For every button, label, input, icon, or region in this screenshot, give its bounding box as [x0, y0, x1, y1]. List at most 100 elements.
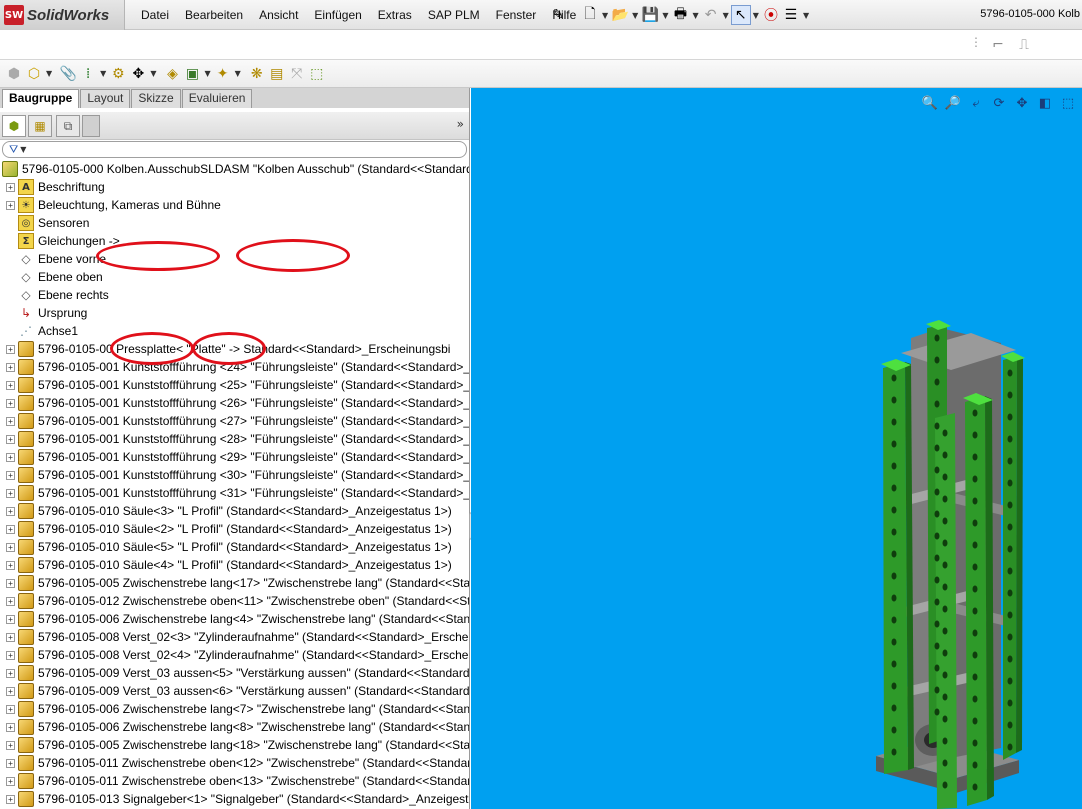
tree-row[interactable]: +5796-0105-011 Zwischenstrebe oben<12> "… — [0, 754, 469, 772]
expand-toggle-icon[interactable]: + — [6, 740, 15, 750]
explode-line-sketch-icon[interactable]: ⬚ — [307, 64, 327, 84]
open-folder-icon[interactable]: 📂 — [610, 5, 630, 25]
expand-toggle-icon[interactable]: + — [6, 776, 15, 786]
expand-toggle-icon[interactable]: + — [6, 704, 15, 714]
expand-toggle-icon[interactable]: + — [6, 560, 15, 570]
chevron-down-icon[interactable]: ▼ — [803, 11, 809, 20]
tree-row[interactable]: +5796-0105-012 Zwischenstrebe oben<11> "… — [0, 592, 469, 610]
expand-toggle-icon[interactable]: + — [6, 200, 15, 210]
tree-row[interactable]: +5796-0105-005 Zwischenstrebe lang<18> "… — [0, 736, 469, 754]
tree-row[interactable]: ⋰ Achse1 — [0, 322, 469, 340]
expand-toggle-icon[interactable]: + — [6, 506, 15, 516]
move-component-icon[interactable]: ✥ — [128, 64, 148, 84]
tab-evaluieren[interactable]: Evaluieren — [181, 89, 253, 108]
expand-toggle-icon[interactable]: + — [6, 650, 15, 660]
tree-row[interactable]: +5796-0105-011 Zwischenstrebe oben<13> "… — [0, 772, 469, 790]
chevron-down-icon[interactable]: ▼ — [602, 11, 608, 20]
tree-row[interactable]: ↳ Ursprung — [0, 304, 469, 322]
chevron-down-icon[interactable]: ▼ — [662, 11, 668, 20]
menu-extras[interactable]: Extras — [370, 8, 420, 22]
expand-toggle-icon[interactable]: + — [6, 722, 15, 732]
tree-row[interactable]: +5796-0105-001 Kunststoffführung <30> "F… — [0, 466, 469, 484]
property-manager-tab-icon[interactable]: ▦ — [28, 115, 52, 137]
tree-row[interactable]: +5796-0105-001 Kunststoffführung <27> "F… — [0, 412, 469, 430]
menu-fenster[interactable]: Fenster — [488, 8, 545, 22]
new-document-icon[interactable]: 🗋 — [580, 5, 600, 25]
tree-row[interactable]: Σ Gleichungen -> — [0, 232, 469, 250]
tree-row[interactable]: +5796-0105-010 Säule<2> "L Profil" (Stan… — [0, 520, 469, 538]
exploded-view-icon[interactable]: ⤧ — [287, 64, 307, 84]
print-icon[interactable]: 🖶 — [670, 5, 690, 25]
new-motion-study-icon[interactable]: ❋ — [247, 64, 267, 84]
tree-row[interactable]: + A Beschriftung — [0, 178, 469, 196]
expand-toggle-icon[interactable]: + — [6, 632, 15, 642]
expand-toggle-icon[interactable]: + — [6, 614, 15, 624]
chevron-down-icon[interactable]: ▼ — [753, 11, 759, 20]
feature-manager-tree-tab-icon[interactable]: ⬢ — [2, 115, 26, 137]
chevron-down-icon[interactable]: ▼ — [150, 69, 156, 78]
chevron-down-icon[interactable]: ▼ — [204, 69, 210, 78]
tree-row[interactable]: +5796-0105-008 Verst_02<3> "Zylinderaufn… — [0, 628, 469, 646]
menu-einfuegen[interactable]: Einfügen — [306, 8, 369, 22]
chevron-down-icon[interactable]: ▼ — [235, 69, 241, 78]
expand-toggle-icon[interactable]: + — [6, 182, 15, 192]
tree-row[interactable]: +5796-0105-009 Verst_03 aussen<5> "Verst… — [0, 664, 469, 682]
solidworks-logo[interactable]: SW SolidWorks — [0, 0, 125, 30]
tree-row[interactable]: +5796-0105-001 Kunststoffführung <29> "F… — [0, 448, 469, 466]
tree-row[interactable]: +5796-0105-006 Zwischenstrebe lang<8> "Z… — [0, 718, 469, 736]
step-icon[interactable]: ⌐ — [988, 35, 1008, 55]
expand-toggle-icon[interactable]: + — [6, 668, 15, 678]
tree-row[interactable]: + ☀ Beleuchtung, Kameras und Bühne — [0, 196, 469, 214]
expand-toggle-icon[interactable]: + — [6, 686, 15, 696]
options-list-icon[interactable]: ☰ — [781, 5, 801, 25]
save-icon[interactable]: 💾 — [640, 5, 660, 25]
reference-geometry-icon[interactable]: ✦ — [213, 64, 233, 84]
smart-fasteners-icon[interactable]: ⚙ — [108, 64, 128, 84]
assembly-features-icon[interactable]: ▣ — [182, 64, 202, 84]
expand-toggle-icon[interactable]: + — [6, 578, 15, 588]
tree-row[interactable]: +5796-0105-001 Kunststoffführung <25> "F… — [0, 376, 469, 394]
tab-skizze[interactable]: Skizze — [131, 89, 181, 108]
insert-component-icon[interactable]: ⬢ — [4, 64, 24, 84]
tree-row[interactable]: +5796-0105-010 Säule<5> "L Profil" (Stan… — [0, 538, 469, 556]
expand-toggle-icon[interactable]: + — [6, 470, 15, 480]
tree-row[interactable]: +5796-0105-005 Zwischenstrebe lang<17> "… — [0, 574, 469, 592]
expand-toggle-icon[interactable]: + — [6, 416, 15, 426]
assembly-3d-model[interactable] — [471, 88, 1082, 809]
expand-toggle-icon[interactable]: + — [6, 794, 15, 804]
expand-toggle-icon[interactable]: + — [6, 596, 15, 606]
expand-toggle-icon[interactable]: + — [6, 542, 15, 552]
tree-row[interactable]: +5796-0105-006 Zwischenstrebe lang<4> "Z… — [0, 610, 469, 628]
tree-row[interactable]: ◇ Ebene rechts — [0, 286, 469, 304]
graphics-area[interactable]: 🔍 🔎 ⤶ ⟳ ✥ ◧ ⬚ — [471, 88, 1082, 809]
tree-row[interactable]: +5796-0105-013 Signalgeber<1> "Signalgeb… — [0, 790, 469, 808]
step-down-icon[interactable]: ⎍ — [1014, 35, 1034, 55]
menu-sap-plm[interactable]: SAP PLM — [420, 8, 488, 22]
menu-bearbeiten[interactable]: Bearbeiten — [177, 8, 251, 22]
linear-pattern-icon[interactable]: ⁞ — [78, 64, 98, 84]
expand-toggle-icon[interactable]: + — [6, 362, 15, 372]
expand-toggle-icon[interactable]: + — [6, 488, 15, 498]
tree-row[interactable]: +5796-0105-006 Zwischenstrebe lang<7> "Z… — [0, 700, 469, 718]
tree-filter-input[interactable]: ⛛ ▼ — [2, 141, 467, 158]
pin-icon[interactable]: ✎ — [548, 5, 568, 25]
tree-row[interactable]: +5796-0105-010 Säule<3> "L Profil" (Stan… — [0, 502, 469, 520]
tree-row[interactable]: +5796-0105-00 Pressplatte< "Platte" -> S… — [0, 340, 469, 358]
expand-toggle-icon[interactable]: + — [6, 344, 15, 354]
tree-row[interactable]: +5796-0105-001 Kunststoffführung <26> "F… — [0, 394, 469, 412]
tree-row[interactable]: +5796-0105-001 Kunststoffführung <24> "F… — [0, 358, 469, 376]
expand-toggle-icon[interactable]: + — [6, 452, 15, 462]
tree-row[interactable]: ◎ Sensoren — [0, 214, 469, 232]
expand-toggle-icon[interactable]: + — [6, 758, 15, 768]
chevron-down-icon[interactable]: ▼ — [100, 69, 106, 78]
tree-row[interactable]: ◇ Ebene oben — [0, 268, 469, 286]
expand-toggle-icon[interactable]: + — [6, 524, 15, 534]
menu-ansicht[interactable]: Ansicht — [251, 8, 306, 22]
undo-icon[interactable]: ↶ — [701, 5, 721, 25]
expand-toggle-icon[interactable]: + — [6, 434, 15, 444]
chevron-down-icon[interactable]: ▼ — [46, 69, 52, 78]
expand-toggle-icon[interactable]: + — [6, 398, 15, 408]
tree-row[interactable]: +5796-0105-008 Verst_02<4> "Zylinderaufn… — [0, 646, 469, 664]
expand-tabs-icon[interactable]: » — [457, 117, 464, 131]
chevron-down-icon[interactable]: ▼ — [692, 11, 698, 20]
